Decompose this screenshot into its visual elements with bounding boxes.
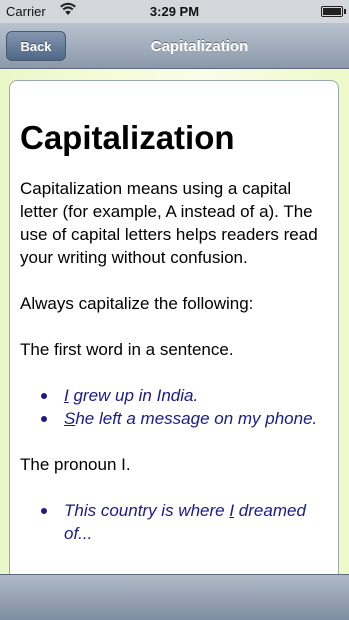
list-item: I grew up in India. bbox=[20, 384, 328, 407]
back-button[interactable]: Back bbox=[6, 31, 66, 61]
clock: 3:29 PM bbox=[149, 4, 200, 19]
nav-title: Capitalization bbox=[150, 38, 249, 55]
intro-paragraph: Capitalization means using a capital let… bbox=[20, 179, 318, 267]
rule-first-word: The first word in a sentence. bbox=[20, 340, 234, 359]
rule-pronoun: The pronoun I. bbox=[20, 455, 131, 474]
example-text: he left a message on my phone. bbox=[75, 409, 318, 428]
content-area[interactable]: Capitalization Capitalization means usin… bbox=[0, 69, 349, 574]
bullet-icon bbox=[41, 508, 47, 514]
article-heading: Capitalization bbox=[20, 119, 235, 156]
list-item: She left a message on my phone. bbox=[20, 407, 328, 430]
examples-list-2: This country is where I dreamed of... bbox=[20, 499, 328, 545]
example-text: This country is where bbox=[64, 501, 230, 520]
capital-letter: S bbox=[64, 409, 76, 428]
battery-icon bbox=[321, 6, 346, 17]
bottom-toolbar bbox=[0, 574, 349, 620]
example-text: grew up in India. bbox=[68, 386, 199, 405]
bullet-icon bbox=[41, 393, 47, 399]
article-card: Capitalization Capitalization means usin… bbox=[9, 80, 339, 574]
always-paragraph: Always capitalize the following: bbox=[20, 294, 254, 313]
navigation-bar: Back Capitalization bbox=[0, 23, 349, 69]
bullet-icon bbox=[41, 416, 47, 422]
examples-list-1: I grew up in India. She left a message o… bbox=[20, 384, 328, 430]
list-item: This country is where I dreamed of... bbox=[20, 499, 328, 545]
status-bar: Carrier 3:29 PM bbox=[0, 0, 349, 23]
